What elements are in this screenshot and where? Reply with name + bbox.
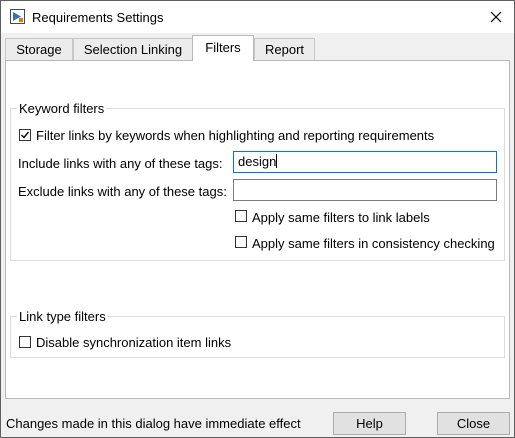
include-tags-value: design xyxy=(238,154,277,169)
apply-to-consistency-checkbox[interactable] xyxy=(235,236,247,248)
filter-by-keywords-label: Filter links by keywords when highlighti… xyxy=(36,128,435,143)
filter-by-keywords-checkbox[interactable] xyxy=(19,129,31,141)
app-icon xyxy=(10,9,25,24)
close-window-icon[interactable] xyxy=(487,8,505,26)
include-tags-label: Include links with any of these tags: xyxy=(18,156,223,171)
apply-to-labels-label: Apply same filters to link labels xyxy=(252,210,430,225)
exclude-tags-label: Exclude links with any of these tags: xyxy=(18,184,227,199)
requirements-settings-dialog: Requirements Settings Storage Selection … xyxy=(0,0,515,438)
tab-filters[interactable]: Filters xyxy=(192,35,254,61)
status-message: Changes made in this dialog have immedia… xyxy=(6,416,301,431)
checkmark-icon xyxy=(21,131,30,139)
disable-sync-links-label: Disable synchronization item links xyxy=(36,335,232,350)
disable-sync-links-checkbox[interactable] xyxy=(19,336,31,348)
apply-to-consistency-label: Apply same filters in consistency checki… xyxy=(252,236,495,251)
close-button[interactable]: Close xyxy=(437,412,510,435)
tab-report[interactable]: Report xyxy=(254,38,315,60)
exclude-tags-input[interactable] xyxy=(233,179,497,201)
help-button[interactable]: Help xyxy=(333,412,406,435)
tab-storage[interactable]: Storage xyxy=(5,38,73,60)
window-title: Requirements Settings xyxy=(32,10,164,25)
include-tags-input[interactable]: design xyxy=(233,151,497,173)
title-bar: Requirements Settings xyxy=(1,1,514,33)
tab-selection-linking[interactable]: Selection Linking xyxy=(73,38,193,60)
link-type-filters-title: Link type filters xyxy=(17,309,108,324)
apply-to-labels-checkbox[interactable] xyxy=(235,210,247,222)
text-caret xyxy=(276,154,278,168)
keyword-filters-title: Keyword filters xyxy=(17,101,107,116)
